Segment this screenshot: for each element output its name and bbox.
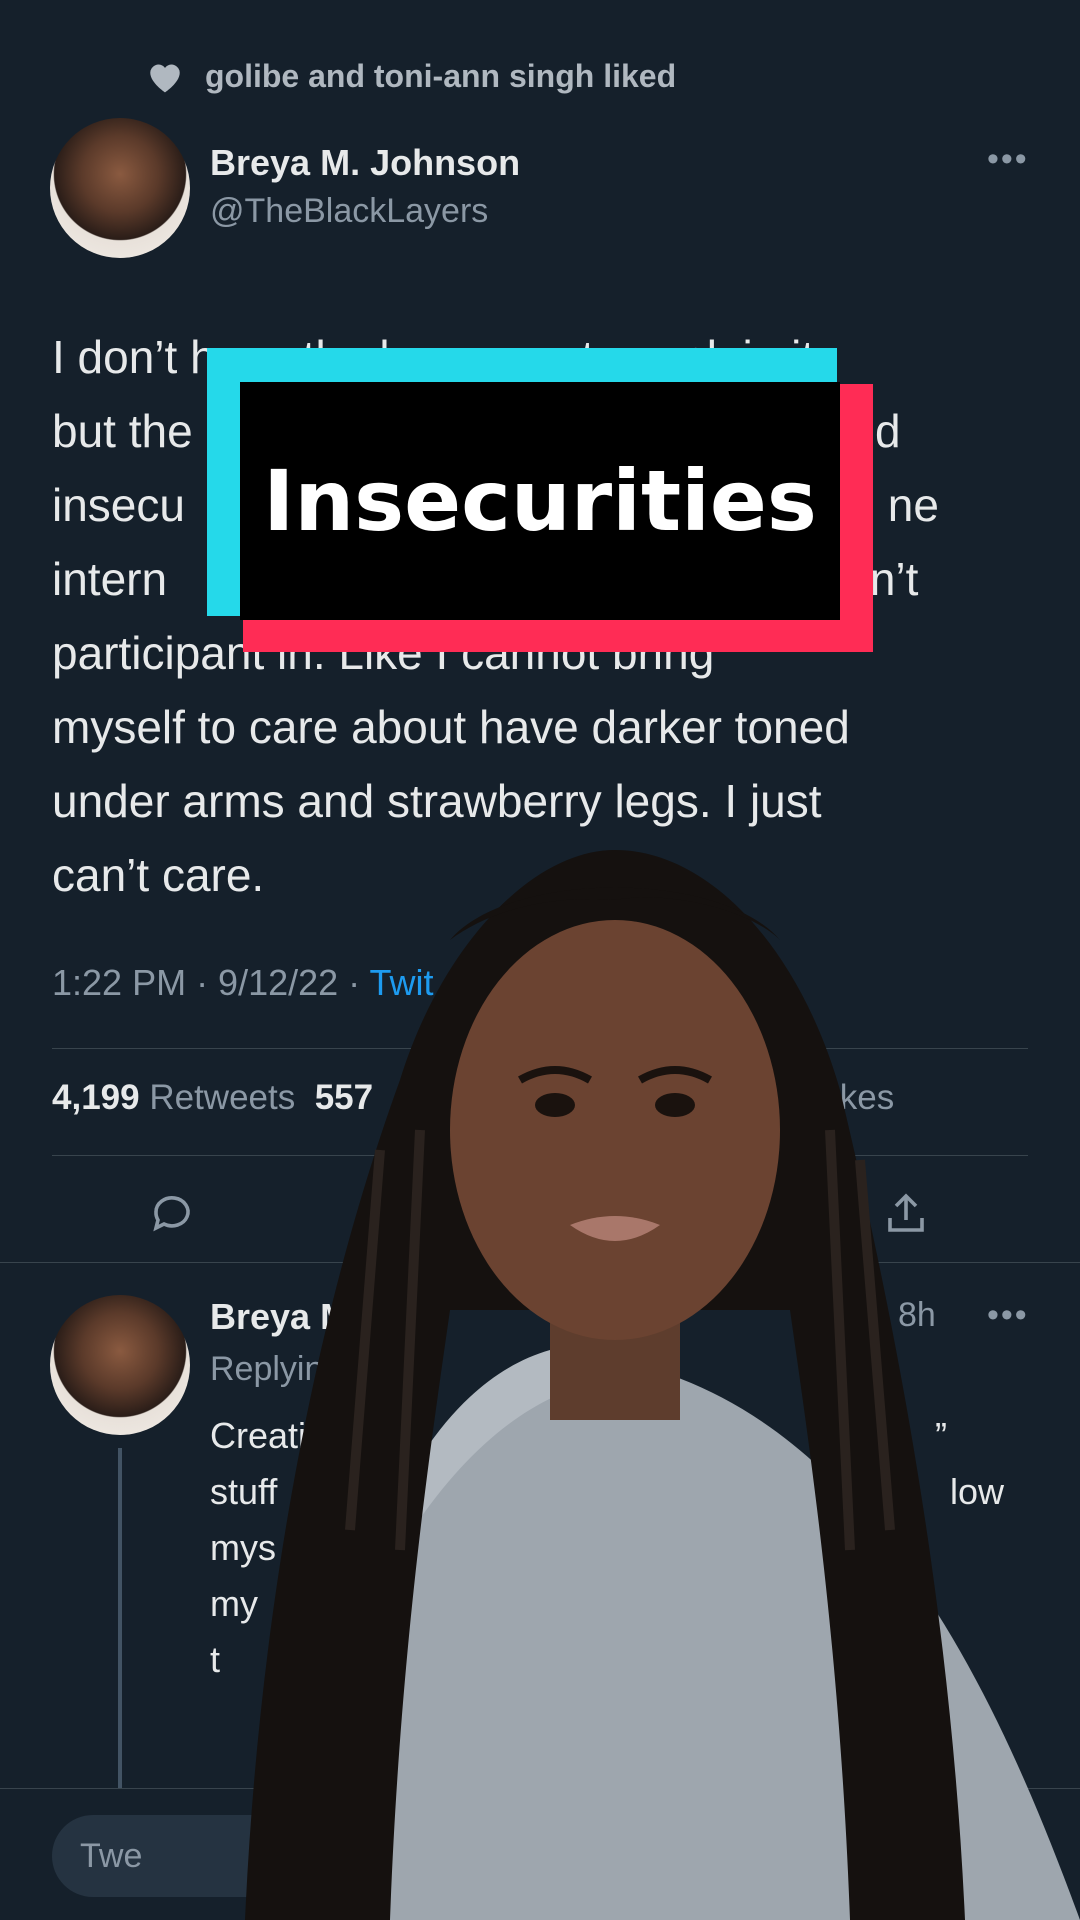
author-handle[interactable]: @TheBlackLayers (210, 192, 488, 231)
social-context[interactable]: golibe and toni-ann singh liked (145, 52, 676, 100)
caption-text: Insecurities (263, 452, 817, 550)
author-name[interactable]: Breya M. Johnson (210, 142, 520, 184)
retweets-count[interactable]: 4,199 (52, 1078, 140, 1117)
caption-overlay: Insecurities (207, 348, 873, 652)
thread-line (118, 1448, 122, 1788)
caption-box: Insecurities (240, 382, 840, 620)
more-icon[interactable]: ••• (987, 140, 1029, 179)
social-context-text: golibe and toni-ann singh liked (205, 57, 677, 94)
heart-icon (150, 64, 180, 93)
author-avatar[interactable] (50, 118, 190, 258)
creator-video-overlay (245, 850, 1080, 1920)
